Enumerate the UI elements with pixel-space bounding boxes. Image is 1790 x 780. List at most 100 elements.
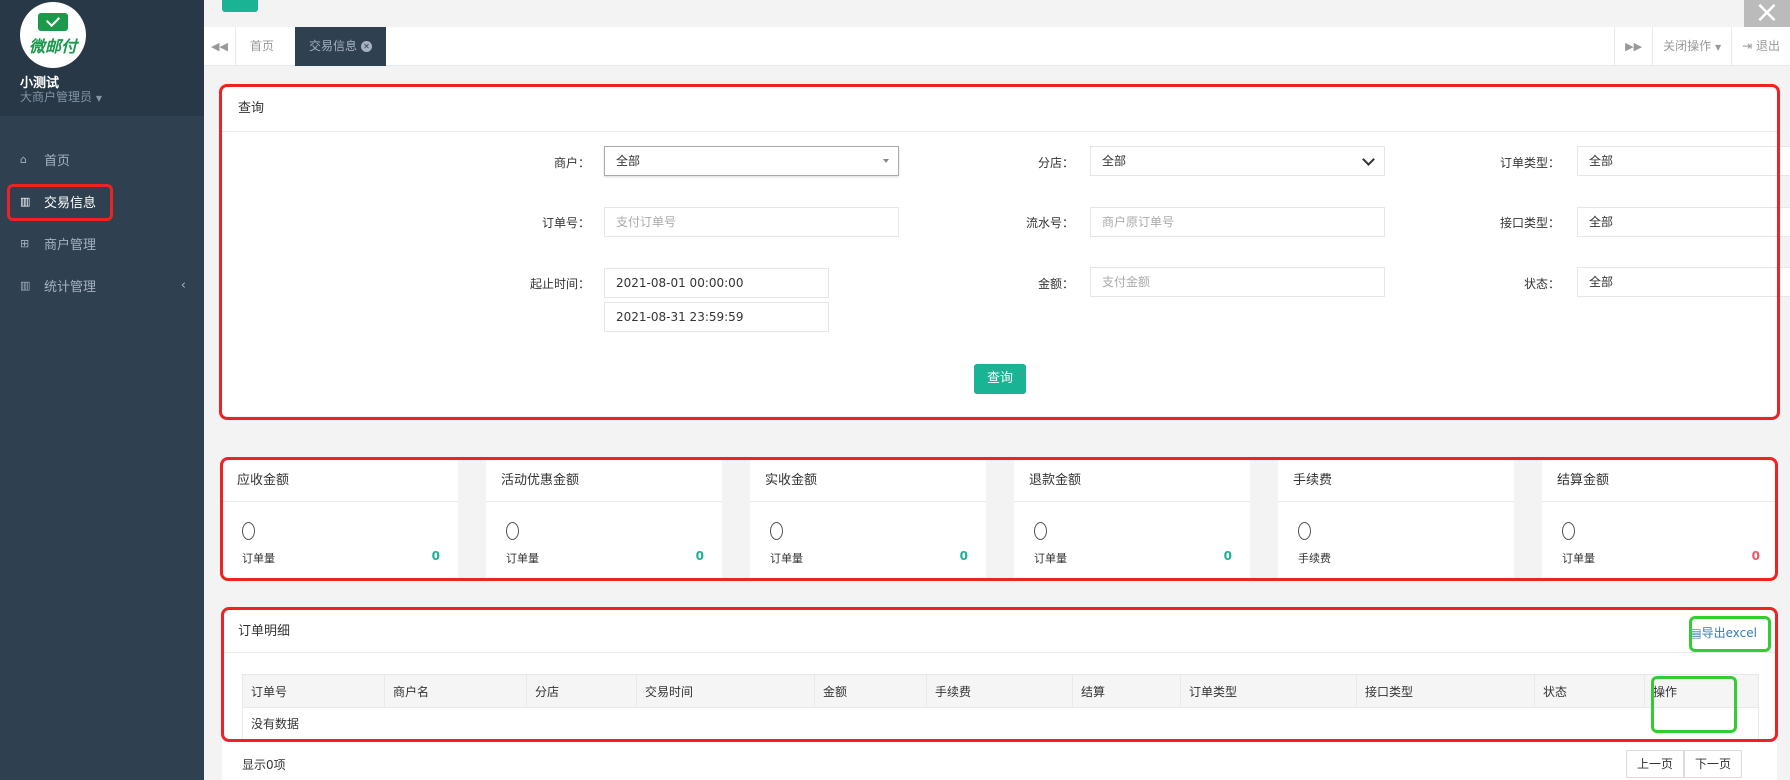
tab-transactions[interactable]: 交易信息 ✕ (295, 27, 387, 66)
merchant-select[interactable]: 全部 (604, 146, 899, 176)
orders-title: 订单明细 (222, 610, 1777, 653)
user-role-label: 大商户管理员 (20, 90, 93, 104)
summary-card: 应收金额 订单量 0 (222, 460, 458, 578)
column-header[interactable]: 手续费 (926, 674, 1073, 708)
caret-down-icon: ▼ (95, 94, 102, 103)
column-header[interactable]: 订单类型 (1180, 674, 1357, 708)
logout-label: 退出 (1755, 39, 1780, 53)
column-header[interactable]: 结算 (1072, 674, 1181, 708)
sidebar-item-label: 商户管理 (44, 237, 97, 253)
column-header[interactable]: 订单号 (242, 674, 385, 708)
order-no-label: 订单号： (541, 216, 590, 230)
close-ops-dropdown[interactable]: 关闭操作 ▼ (1652, 27, 1731, 66)
table-row: 没有数据 (242, 707, 1759, 740)
next-page-button[interactable]: 下一页 (1683, 750, 1742, 778)
chevron-left-icon: ‹ (180, 277, 186, 293)
sidebar-item-label: 首页 (44, 153, 71, 169)
start-time-input[interactable]: 2021-08-01 00:00:00 (604, 268, 829, 298)
card-sub-label: 手续费 (1298, 552, 1331, 565)
column-header[interactable]: 商户名 (384, 674, 527, 708)
tab-label: 交易信息 (309, 39, 358, 53)
column-header[interactable]: 接口类型 (1356, 674, 1535, 708)
end-time-input[interactable]: 2021-08-31 23:59:59 (604, 302, 829, 332)
card-value (770, 522, 783, 540)
logo: 微邮付 (20, 2, 86, 68)
card-value (242, 522, 255, 540)
query-panel: 查询 商户： 全部 分店： 全部 订单类型： 全部 订单号： 支付订单号 流水号… (222, 86, 1790, 416)
card-value (1562, 522, 1575, 540)
sidebar-nav: ⌂ 首页 ▥ 交易信息 ⊞ 商户管理 ▥ 统计管理 ‹ (0, 138, 204, 306)
card-title: 结算金额 (1542, 460, 1778, 502)
export-excel-link[interactable]: ▤导出excel (1690, 624, 1757, 641)
card-sub-label: 订单量 (1562, 552, 1595, 565)
close-ops-label: 关闭操作 (1663, 39, 1712, 53)
order-type-select[interactable]: 全部 (1577, 146, 1790, 176)
column-header[interactable]: 交易时间 (636, 674, 815, 708)
sidebar-item-label: 统计管理 (44, 279, 97, 295)
summary-card: 实收金额 订单量 0 (750, 460, 986, 578)
branch-select[interactable]: 全部 (1090, 146, 1385, 176)
column-header: 操作 (1644, 674, 1759, 708)
cart-icon: ⊞ (20, 236, 30, 250)
card-count: 0 (431, 549, 440, 563)
menu-toggle-button[interactable] (222, 0, 258, 12)
card-sub-label: 订单量 (506, 552, 539, 565)
orders-table: 订单号 商户名 分店 交易时间 金额 手续费 结算 订单类型 接口类型 状态 操… (242, 674, 1759, 740)
scroll-left-icon[interactable]: ◀◀ (204, 27, 236, 66)
card-value (506, 522, 519, 540)
amount-input[interactable]: 支付金额 (1090, 267, 1385, 297)
query-title: 查询 (222, 86, 1777, 132)
card-title: 应收金额 (222, 460, 458, 502)
orders-panel: 订单明细 ▤导出excel 订单号 商户名 分店 交易时间 金额 手续费 结算 … (222, 610, 1777, 780)
summary-card: 结算金额 订单量 0 (1542, 460, 1778, 578)
logout-button[interactable]: ⇥ 退出 (1731, 27, 1790, 66)
serial-input[interactable]: 商户原订单号 (1090, 207, 1385, 237)
tab-home[interactable]: 首页 (236, 27, 288, 66)
summary-card: 手续费 手续费 (1278, 460, 1514, 578)
branch-label: 分店： (1037, 156, 1074, 170)
records-info: 显示0项 (242, 758, 286, 772)
logout-icon: ⇥ (1742, 39, 1753, 53)
card-count: 0 (1751, 549, 1760, 563)
card-value (1034, 522, 1047, 540)
query-button[interactable]: 查询 (974, 364, 1026, 394)
summary-card: 退款金额 订单量 0 (1014, 460, 1250, 578)
order-type-label: 订单类型： (1499, 156, 1560, 170)
order-no-input[interactable]: 支付订单号 (604, 207, 899, 237)
highlight-box (7, 184, 113, 221)
sidebar: 微邮付 小测试 大商户管理员 ▼ ⌂ 首页 ▥ 交易信息 ⊞ 商户管理 ▥ 统计管理 ‹ (0, 0, 204, 780)
status-select[interactable]: 全部 (1577, 267, 1790, 297)
scroll-right-icon[interactable]: ▶▶ (1614, 27, 1652, 66)
top-strip (204, 0, 1790, 26)
column-header[interactable]: 分店 (526, 674, 637, 708)
sidebar-item-statistics[interactable]: ▥ 统计管理 ‹ (0, 264, 204, 306)
sidebar-item-home[interactable]: ⌂ 首页 (0, 138, 204, 180)
summary-card: 活动优惠金额 订单量 0 (486, 460, 722, 578)
amount-label: 金额： (1037, 277, 1074, 291)
close-tab-icon[interactable]: ✕ (361, 41, 373, 52)
excel-file-icon: ▤ (1690, 626, 1702, 640)
column-header[interactable]: 金额 (814, 674, 927, 708)
envelope-check-icon (38, 13, 68, 31)
logo-text: 微邮付 (28, 37, 77, 56)
user-role-dropdown[interactable]: 大商户管理员 ▼ (20, 88, 102, 105)
card-title: 实收金额 (750, 460, 986, 502)
column-header[interactable]: 状态 (1534, 674, 1645, 708)
home-icon: ⌂ (20, 152, 27, 166)
card-value (1298, 522, 1311, 540)
status-label: 状态： (1523, 277, 1560, 291)
sidebar-header: 微邮付 小测试 大商户管理员 ▼ (0, 0, 204, 116)
api-type-select[interactable]: 全部 (1577, 207, 1790, 237)
sidebar-item-merchants[interactable]: ⊞ 商户管理 (0, 222, 204, 264)
card-sub-label: 订单量 (770, 552, 803, 565)
empty-row: 没有数据 (242, 707, 1759, 740)
card-title: 活动优惠金额 (486, 460, 722, 502)
merchant-label: 商户： (553, 156, 590, 170)
card-title: 手续费 (1278, 460, 1514, 502)
prev-page-button[interactable]: 上一页 (1625, 750, 1684, 778)
serial-label: 流水号： (1025, 216, 1074, 230)
api-type-label: 接口类型： (1499, 216, 1560, 230)
card-sub-label: 订单量 (242, 552, 275, 565)
time-label: 起止时间： (529, 277, 590, 291)
pagination: 上一页 下一页 (1625, 750, 1742, 778)
